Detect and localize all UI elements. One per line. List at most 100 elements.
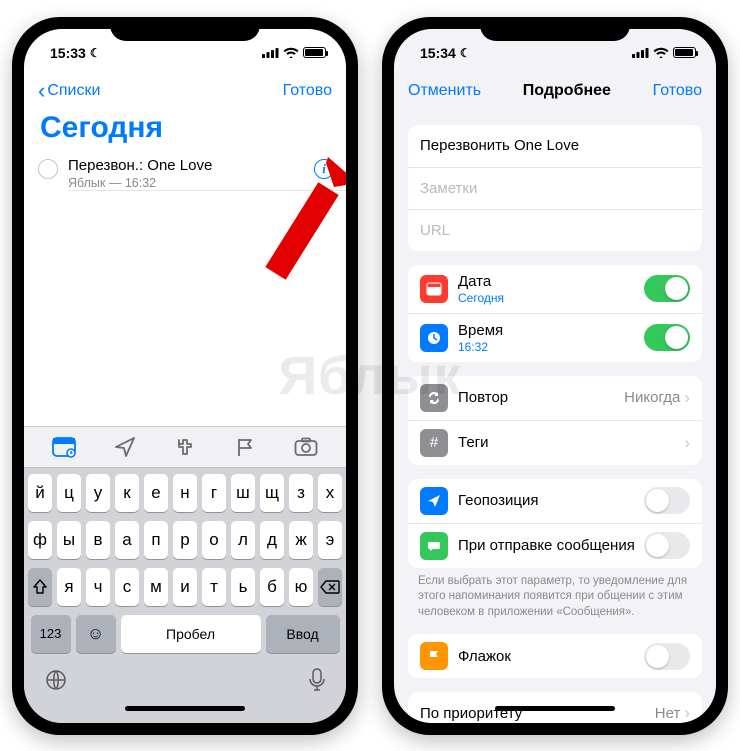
key[interactable]: р (173, 521, 197, 559)
globe-icon[interactable] (44, 668, 68, 697)
key[interactable]: ч (86, 568, 110, 606)
back-button[interactable]: ‹ Списки (38, 80, 100, 102)
key[interactable]: е (144, 474, 168, 512)
flag-toggle[interactable] (644, 643, 690, 670)
home-indicator[interactable] (394, 699, 716, 719)
key[interactable]: у (86, 474, 110, 512)
key[interactable]: й (28, 474, 52, 512)
messaging-footnote: Если выбрать этот параметр, то уведомлен… (394, 568, 716, 621)
key[interactable]: ы (57, 521, 81, 559)
home-indicator[interactable] (28, 699, 342, 719)
kb-bottom-bar (28, 662, 342, 699)
emoji-key[interactable]: ☺ (76, 615, 116, 653)
quick-tag-icon[interactable] (169, 431, 201, 463)
key[interactable]: ж (289, 521, 313, 559)
quick-flag-icon[interactable] (229, 431, 261, 463)
cellular-icon (262, 45, 279, 61)
time-label: Время (458, 322, 644, 339)
key[interactable]: з (289, 474, 313, 512)
wifi-icon (653, 45, 669, 61)
key[interactable]: н (173, 474, 197, 512)
quick-camera-icon[interactable] (290, 431, 322, 463)
kb-row-1: й ц у к е н г ш щ з х (28, 474, 342, 512)
chevron-right-icon: › (684, 433, 690, 453)
key[interactable]: м (144, 568, 168, 606)
key[interactable]: ь (231, 568, 255, 606)
notes-placeholder: Заметки (420, 180, 690, 197)
space-key[interactable]: Пробел (121, 615, 261, 653)
messaging-row[interactable]: При отправке сообщения (408, 523, 702, 568)
message-icon (420, 532, 448, 560)
key[interactable]: ю (289, 568, 313, 606)
shift-key[interactable] (28, 568, 52, 606)
repeat-row[interactable]: Повтор Никогда › (408, 376, 702, 420)
repeat-value: Никогда (624, 389, 680, 406)
key[interactable]: щ (260, 474, 284, 512)
url-field[interactable]: URL (408, 209, 702, 251)
messaging-label: При отправке сообщения (458, 537, 644, 554)
info-button[interactable]: i (314, 159, 334, 179)
key[interactable]: д (260, 521, 284, 559)
reminder-title[interactable]: Перезвон.: One Love (68, 157, 304, 174)
date-value: Сегодня (458, 291, 644, 305)
key[interactable]: г (202, 474, 226, 512)
key[interactable]: к (115, 474, 139, 512)
quick-calendar-icon[interactable] (48, 431, 80, 463)
tags-row[interactable]: # Теги › (408, 420, 702, 465)
key[interactable]: х (318, 474, 342, 512)
reminder-subtitle: Яблык — 16:32 (68, 176, 304, 190)
detail-title: Подробнее (523, 82, 611, 100)
location-toggle[interactable] (644, 487, 690, 514)
detail-nav-bar: Отменить Подробнее Готово (394, 71, 716, 111)
time-toggle[interactable] (644, 324, 690, 351)
key[interactable]: ф (28, 521, 52, 559)
complete-radio[interactable] (38, 159, 58, 179)
enter-key[interactable]: Ввод (266, 615, 340, 653)
reminder-row[interactable]: Перезвон.: One Love Яблык — 16:32 i (24, 153, 346, 190)
flag-row[interactable]: Флажок (408, 634, 702, 678)
chevron-right-icon: › (684, 388, 690, 408)
key[interactable]: п (144, 521, 168, 559)
flag-icon (420, 642, 448, 670)
screen-reminder-details: 15:34 ☾ Отменить Подробнее Готово (394, 29, 716, 723)
date-toggle[interactable] (644, 275, 690, 302)
cancel-label: Отменить (408, 82, 481, 100)
key[interactable]: э (318, 521, 342, 559)
notes-field[interactable]: Заметки (408, 167, 702, 209)
quick-location-icon[interactable] (109, 431, 141, 463)
key[interactable]: о (202, 521, 226, 559)
key[interactable]: а (115, 521, 139, 559)
key[interactable]: ц (57, 474, 81, 512)
calendar-icon (420, 275, 448, 303)
key[interactable]: л (231, 521, 255, 559)
key[interactable]: б (260, 568, 284, 606)
tags-repeat-group: Повтор Никогда › # Теги › (408, 376, 702, 465)
messaging-toggle[interactable] (644, 532, 690, 559)
delete-key[interactable] (318, 568, 342, 606)
time-row[interactable]: Время 16:32 (408, 313, 702, 362)
numbers-key[interactable]: 123 (31, 615, 71, 653)
cancel-button[interactable]: Отменить (408, 82, 481, 100)
dnd-moon-icon: ☾ (90, 46, 101, 60)
key[interactable]: в (86, 521, 110, 559)
title-field[interactable]: Перезвонить One Love (408, 125, 702, 167)
key[interactable]: я (57, 568, 81, 606)
done-button[interactable]: Готово (653, 82, 702, 100)
mic-icon[interactable] (308, 668, 326, 697)
phone-frame-left: 15:33 ☾ ‹ Списки Готово Сегодня (12, 17, 358, 735)
page-title: Сегодня (24, 111, 346, 153)
location-row[interactable]: Геопозиция (408, 479, 702, 523)
date-label: Дата (458, 273, 644, 290)
key[interactable]: т (202, 568, 226, 606)
date-row[interactable]: Дата Сегодня (408, 265, 702, 313)
kb-row-3: я ч с м и т ь б ю (28, 568, 342, 606)
nav-bar: ‹ Списки Готово (24, 71, 346, 111)
key[interactable]: с (115, 568, 139, 606)
key[interactable]: и (173, 568, 197, 606)
tags-label: Теги (458, 434, 684, 451)
dnd-moon-icon: ☾ (460, 46, 471, 60)
key[interactable]: ш (231, 474, 255, 512)
title-group: Перезвонить One Love Заметки URL (408, 125, 702, 251)
title-value: Перезвонить One Love (420, 137, 690, 154)
done-button[interactable]: Готово (283, 82, 332, 100)
